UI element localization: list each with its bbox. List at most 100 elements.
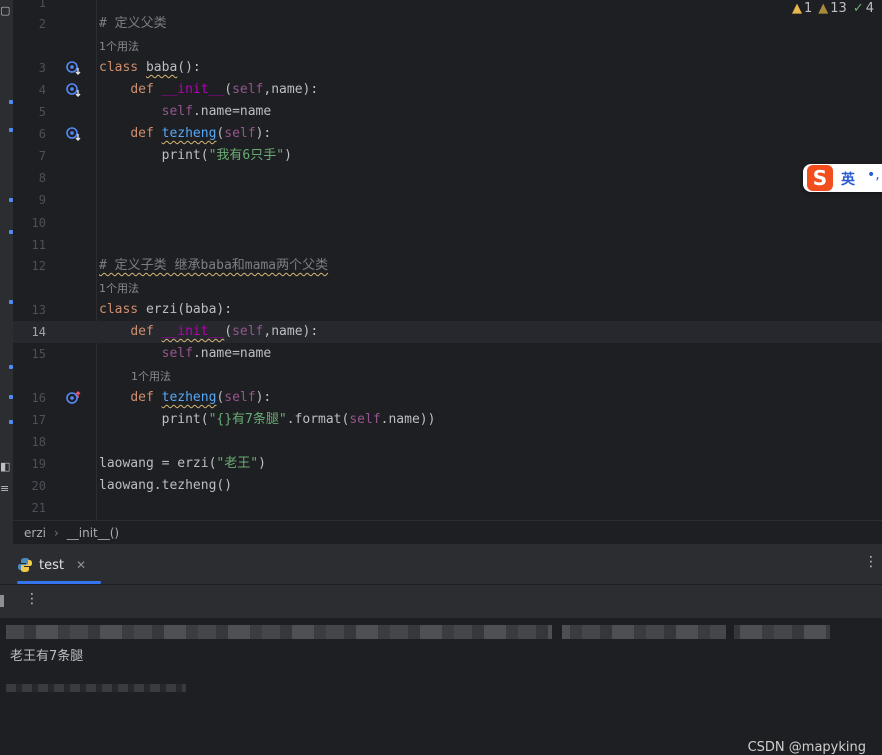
strip-marker [9,198,13,202]
strip-marker [9,128,13,132]
line-number: 8 [38,171,46,185]
console-output-text: 老王有7条腿 [10,649,84,664]
code-line[interactable]: 15 self.name=name [0,343,882,365]
line-number: 15 [31,347,46,361]
line-number: 7 [38,149,46,163]
class-name: baba [145,60,178,75]
code-line[interactable]: 19 laowang = erzi("老王") [0,453,882,475]
ime-punct-label[interactable]: •, [867,167,880,183]
method-name: __init__ [161,82,225,97]
line-number: 5 [38,105,46,119]
overrides-icon[interactable] [66,390,82,406]
line-number: 3 [38,61,46,75]
keyword: class [99,60,139,75]
line-number: 4 [38,83,46,97]
code-line[interactable]: 5 self.name=name [0,101,882,123]
code-line[interactable]: 7 print("我有6只手") [0,145,882,167]
more-actions-icon[interactable]: ⋮ [25,591,39,607]
line-number: 6 [38,127,46,141]
code-line[interactable]: 9 [0,189,882,211]
code-line[interactable]: 6 def tezheng(self): [0,123,882,145]
code-line[interactable]: 21 [0,497,882,519]
sogou-logo-icon: S [807,165,833,191]
panel-divider [0,584,882,585]
ime-mode-label[interactable]: 英 [841,169,855,189]
implemented-icon[interactable] [66,126,82,142]
method-call: .tezheng() [153,478,233,493]
code-line[interactable]: 11 [0,234,882,256]
keyword: def [130,82,154,97]
breadcrumb-class[interactable]: erzi [24,526,46,540]
line-number: 21 [31,501,46,515]
line-number: 11 [31,238,46,252]
ime-toolbar[interactable]: S 英 •, [803,164,882,192]
line-number: 19 [31,457,46,471]
line-number: 17 [31,413,46,427]
strip-glyph-icon: ≡ [0,482,10,495]
strip-glyph-icon: ▢ [0,4,11,17]
string-literal: "{}有7条腿" [208,412,287,427]
strip-glyph-icon: ◧ [0,460,11,473]
implemented-icon[interactable] [66,60,82,76]
run-tab-label: test [39,557,64,573]
run-toolbar: ⋮ [0,589,882,613]
method-name: __init__ [161,324,225,339]
close-icon[interactable]: ✕ [76,558,86,572]
line-number: 14 [31,325,46,339]
line-number: 9 [38,193,46,207]
redaction-gap [552,625,562,639]
chevron-right-icon: › [53,525,59,540]
redacted-command-line [6,625,830,639]
watermark: CSDN @mapyking [747,740,866,755]
code-line[interactable]: 8 [0,167,882,189]
strip-marker [9,395,13,399]
code-line[interactable]: 4 def __init__(self,name): [0,79,882,101]
strip-marker [9,420,13,424]
method-name: tezheng [161,126,217,141]
toolbar-edge-icon [0,595,4,607]
code-comment: # 定义父类 [99,16,167,31]
code-line[interactable]: 3 class baba(): [0,57,882,79]
console-output[interactable]: 老王有7条腿 CSDN @mapyking [0,618,882,755]
self-param: self [232,82,264,97]
strip-marker [9,230,13,234]
line-number: 10 [31,216,46,230]
run-tab-test[interactable]: test ✕ [17,552,86,578]
code-line-current[interactable]: 14 def __init__(self,name): [0,321,882,343]
method-call: .format( [286,412,350,427]
code-line[interactable]: 20 laowang.tezheng() [0,475,882,497]
line-number: 2 [38,17,46,31]
code-line[interactable]: 13 class erzi(baba): [0,299,882,321]
code-line[interactable]: 17 print("{}有7条腿".format(self.name)) [0,409,882,431]
line-number: 16 [31,391,46,405]
code-line[interactable]: 12 # 定义子类 继承baba和mama两个父类 [0,255,882,277]
line-number: 1 [38,0,46,10]
code-line[interactable]: 2 # 定义父类 [0,13,882,35]
param: name [271,82,303,97]
implemented-icon[interactable] [66,82,82,98]
redacted-exit-line [6,684,186,692]
strip-marker [9,100,13,104]
breadcrumb-method[interactable]: __init__() [67,526,119,540]
run-panel: test ✕ ⋮ ⋮ 老王有7条腿 CSDN @mapyking [0,544,882,755]
more-options-icon[interactable]: ⋮ [864,554,878,570]
usage-hint[interactable]: 1个用法 [99,36,139,58]
strip-marker [9,300,13,304]
strip-marker [9,365,13,369]
line-number: 18 [31,435,46,449]
usage-hint[interactable]: 1个用法 [131,366,171,388]
python-icon [18,558,32,572]
usage-hint[interactable]: 1个用法 [99,278,139,300]
code-comment: # 定义子类 继承baba和mama两个父类 [99,258,329,273]
code-line[interactable]: 16 def tezheng(self): [0,387,882,409]
redaction-gap [726,625,734,639]
breadcrumb: erzi › __init__() [13,520,882,544]
code-line[interactable]: 18 [0,431,882,453]
line-number: 20 [31,479,46,493]
code-line[interactable]: 10 [0,212,882,234]
line-number: 13 [31,303,46,317]
code-line[interactable]: 1 [0,0,882,14]
line-number: 12 [31,259,46,273]
code-editor[interactable]: ▲ 1 ▲ 13 ✓ 4 1 2 # 定义父类 1个用法 3 class baba()… [0,0,882,520]
variable: laowang [99,456,154,471]
